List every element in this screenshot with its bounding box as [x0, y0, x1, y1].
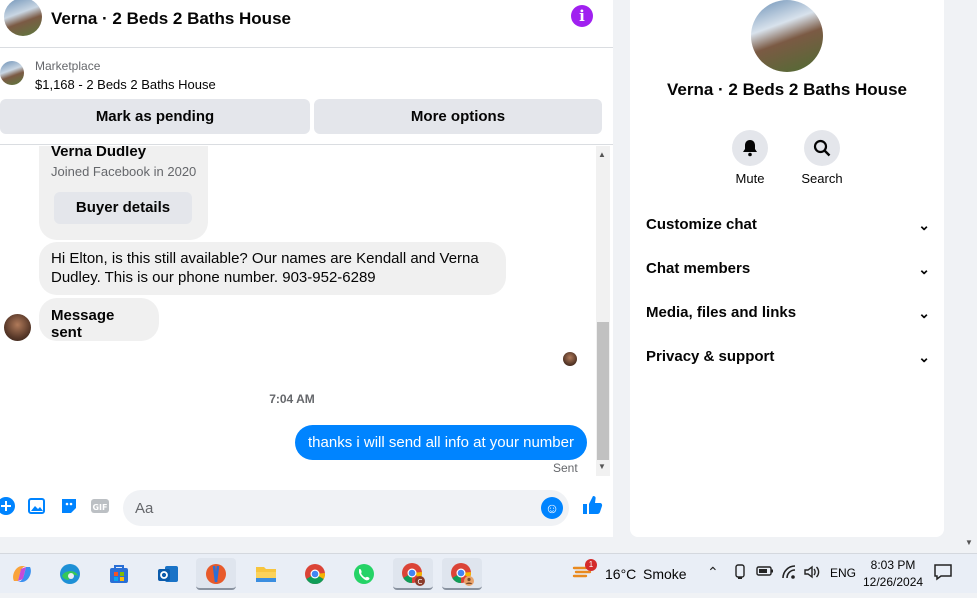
chevron-down-icon: ⌄ [918, 305, 930, 321]
chrome-profile-user-icon[interactable] [442, 558, 482, 590]
chrome-profile-c-icon[interactable]: C [393, 558, 433, 590]
listing-price: $1,168 - 2 Beds 2 Baths House [35, 77, 216, 92]
sender-avatar[interactable] [4, 314, 31, 341]
message-scrollbar[interactable]: ▲ ▼ [596, 146, 610, 476]
svg-text:C: C [418, 578, 423, 586]
file-explorer-icon[interactable] [246, 558, 286, 590]
whatsapp-icon[interactable] [344, 558, 384, 590]
message-input-placeholder: Aa [135, 500, 154, 517]
mute-label: Mute [735, 171, 765, 186]
section-label: Privacy & support [646, 348, 775, 365]
outgoing-message[interactable]: thanks i will send all info at your numb… [295, 425, 587, 460]
volume-icon[interactable] [803, 564, 821, 583]
chat-panel: Verna · 2 Beds 2 Baths House i Marketpla… [0, 0, 613, 537]
clock-time[interactable]: 8:03 PM [863, 558, 923, 572]
scroll-thumb[interactable] [597, 322, 609, 460]
clock-date[interactable]: 12/26/2024 [863, 575, 923, 589]
photo-icon[interactable] [27, 496, 47, 516]
edge-icon[interactable] [50, 558, 90, 590]
chat-title[interactable]: Verna · 2 Beds 2 Baths House [51, 9, 291, 29]
more-options-button[interactable]: More options [314, 99, 602, 134]
seen-indicator-avatar [563, 352, 577, 366]
mark-pending-button[interactable]: Mark as pending [0, 99, 310, 134]
section-customize-chat[interactable]: Customize chat ⌄ [646, 207, 930, 243]
chevron-down-icon: ⌄ [918, 217, 930, 233]
store-icon[interactable] [99, 558, 139, 590]
sent-status: Sent [553, 461, 578, 475]
chat-info-sidebar: Verna · 2 Beds 2 Baths House Mute Search… [630, 0, 944, 537]
section-media-files-links[interactable]: Media, files and links ⌄ [646, 295, 930, 331]
svg-text:GIF: GIF [92, 503, 107, 512]
show-hidden-icons-chevron-up-icon[interactable]: ⌃ [707, 564, 719, 581]
listing-avatar-large[interactable] [751, 0, 823, 72]
buyer-details-button[interactable]: Buyer details [54, 192, 192, 224]
marketplace-label: Marketplace [35, 59, 101, 73]
chrome-icon[interactable] [295, 558, 335, 590]
page-scrollbar[interactable]: ▼ [962, 0, 977, 553]
notifications-icon[interactable] [933, 563, 953, 586]
sidebar-title: Verna · 2 Beds 2 Baths House [667, 80, 907, 99]
search-icon[interactable] [804, 130, 840, 166]
listing-thumbnail [0, 61, 24, 85]
weather-badge: 1 [585, 559, 597, 571]
message-list: Verna Dudley Joined Facebook in 2020 Buy… [0, 146, 596, 476]
section-label: Customize chat [646, 216, 757, 233]
weather-description[interactable]: Smoke [643, 566, 687, 582]
scroll-down-arrow-icon[interactable]: ▼ [965, 538, 973, 547]
search-label: Search [801, 171, 843, 186]
profile-joined: Joined Facebook in 2020 [51, 164, 197, 179]
section-privacy-support[interactable]: Privacy & support ⌄ [646, 339, 930, 375]
plus-icon[interactable] [0, 496, 16, 516]
section-label: Media, files and links [646, 304, 797, 321]
chevron-down-icon: ⌄ [918, 261, 930, 277]
weather-temperature[interactable]: 16°C [605, 566, 636, 582]
gif-icon[interactable]: GIF [90, 496, 110, 516]
section-chat-members[interactable]: Chat members ⌄ [646, 251, 930, 287]
time-separator: 7:04 AM [269, 392, 315, 406]
windows-taskbar: C 1 16°C Smoke ⌃ ENG 8:03 PM 12/26/2024 [0, 553, 977, 593]
network-device-icon[interactable] [733, 564, 747, 583]
profile-name: Verna Dudley [51, 146, 147, 160]
action-buttons: Mark as pending More options [0, 99, 613, 145]
mute-action[interactable]: Mute [720, 130, 780, 186]
marketplace-listing[interactable]: Marketplace $1,168 - 2 Beds 2 Baths Hous… [0, 48, 613, 98]
info-icon[interactable]: i [571, 5, 593, 27]
snipping-tool-icon[interactable] [196, 558, 236, 590]
chevron-down-icon: ⌄ [918, 349, 930, 365]
bell-icon[interactable] [732, 130, 768, 166]
scroll-down-arrow-icon[interactable]: ▼ [598, 462, 606, 471]
section-label: Chat members [646, 260, 751, 277]
copilot-icon[interactable] [2, 558, 42, 590]
battery-icon[interactable] [756, 564, 774, 581]
chat-header: Verna · 2 Beds 2 Baths House i [0, 0, 613, 48]
profile-card: Verna Dudley Joined Facebook in 2020 Buy… [39, 146, 208, 240]
scroll-up-arrow-icon[interactable]: ▲ [598, 150, 606, 159]
search-action[interactable]: Search [792, 130, 852, 186]
listing-avatar[interactable] [4, 0, 42, 36]
incoming-message[interactable]: Message sent [39, 298, 159, 341]
message-input[interactable]: Aa ☺ [123, 490, 569, 526]
emoji-icon[interactable]: ☺ [541, 497, 563, 519]
language-indicator[interactable]: ENG [830, 566, 856, 580]
like-icon[interactable] [581, 494, 603, 522]
outlook-icon[interactable] [148, 558, 188, 590]
incoming-message[interactable]: Hi Elton, is this still available? Our n… [39, 242, 506, 295]
composer: GIF Aa ☺ [0, 486, 613, 528]
wifi-icon[interactable] [781, 564, 799, 583]
sticker-icon[interactable] [59, 496, 79, 516]
